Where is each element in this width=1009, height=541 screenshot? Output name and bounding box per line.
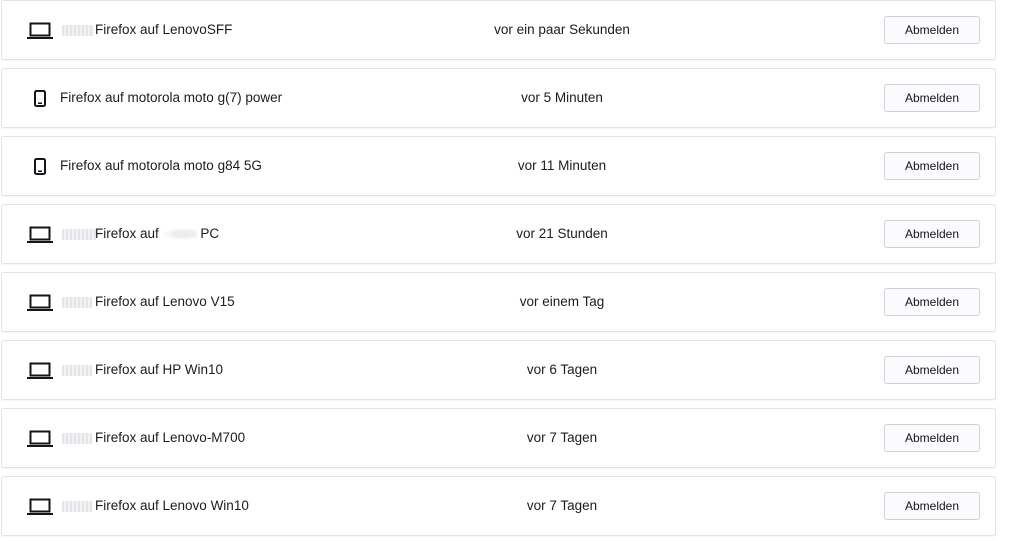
sign-out-button[interactable]: Abmelden <box>884 152 980 180</box>
last-activity: vor 5 Minuten <box>521 90 603 105</box>
device-name: Firefox auf motorola moto g84 5G <box>60 158 262 173</box>
device-row: Firefox auf Lenovo-M700 vor 7 Tagen Abme… <box>1 408 996 468</box>
last-activity: vor 21 Stunden <box>516 226 608 241</box>
sign-out-button[interactable]: Abmelden <box>884 84 980 112</box>
laptop-icon <box>26 224 54 246</box>
device-list: Firefox auf LenovoSFF vor ein paar Sekun… <box>0 0 1009 541</box>
sign-out-button[interactable]: Abmelden <box>884 288 980 316</box>
mobile-icon <box>32 156 60 178</box>
redacted-username <box>62 433 92 444</box>
laptop-icon <box>26 292 54 314</box>
last-activity: vor 7 Tagen <box>526 498 598 513</box>
sign-out-button[interactable]: Abmelden <box>884 220 980 248</box>
redacted-username <box>62 229 96 240</box>
last-activity: vor 11 Minuten <box>517 158 607 173</box>
device-name-suffix: PC <box>200 226 220 241</box>
device-name: Firefox auf PC <box>95 205 219 263</box>
redacted-device-name <box>162 228 197 241</box>
last-activity: vor 7 Tagen <box>526 430 598 445</box>
last-activity: vor 6 Tagen <box>526 362 598 377</box>
device-name: Firefox auf Lenovo Win10 <box>95 498 249 513</box>
device-row: Firefox auf motorola moto g84 5G vor 11 … <box>1 136 996 196</box>
redacted-username <box>62 25 94 36</box>
device-name: Firefox auf LenovoSFF <box>95 22 233 37</box>
laptop-icon <box>26 428 54 450</box>
device-row: Firefox auf Lenovo Win10 vor 7 Tagen Abm… <box>1 476 996 536</box>
laptop-icon <box>26 20 54 42</box>
device-row: Firefox auf HP Win10 vor 6 Tagen Abmelde… <box>1 340 996 400</box>
device-name-prefix: Firefox auf <box>95 226 159 241</box>
redacted-username <box>62 297 92 308</box>
device-name: Firefox auf motorola moto g(7) power <box>60 90 283 105</box>
device-row: Firefox auf motorola moto g(7) power vor… <box>1 68 996 128</box>
laptop-icon <box>26 360 54 382</box>
device-row: Firefox auf Lenovo V15 vor einem Tag Abm… <box>1 272 996 332</box>
sign-out-button[interactable]: Abmelden <box>884 424 980 452</box>
last-activity: vor ein paar Sekunden <box>494 22 630 37</box>
device-name: Firefox auf Lenovo V15 <box>95 294 235 309</box>
laptop-icon <box>26 496 54 518</box>
mobile-icon <box>32 88 60 110</box>
device-name: Firefox auf HP Win10 <box>95 362 224 377</box>
device-row: Firefox auf PC vor 21 Stunden Abmelden <box>1 204 996 264</box>
device-name: Firefox auf Lenovo-M700 <box>95 430 246 445</box>
last-activity: vor einem Tag <box>519 294 605 309</box>
sign-out-button[interactable]: Abmelden <box>884 16 980 44</box>
sign-out-button[interactable]: Abmelden <box>884 356 980 384</box>
redacted-username <box>62 501 92 512</box>
device-row: Firefox auf LenovoSFF vor ein paar Sekun… <box>1 0 996 60</box>
redacted-username <box>62 365 92 376</box>
sign-out-button[interactable]: Abmelden <box>884 492 980 520</box>
